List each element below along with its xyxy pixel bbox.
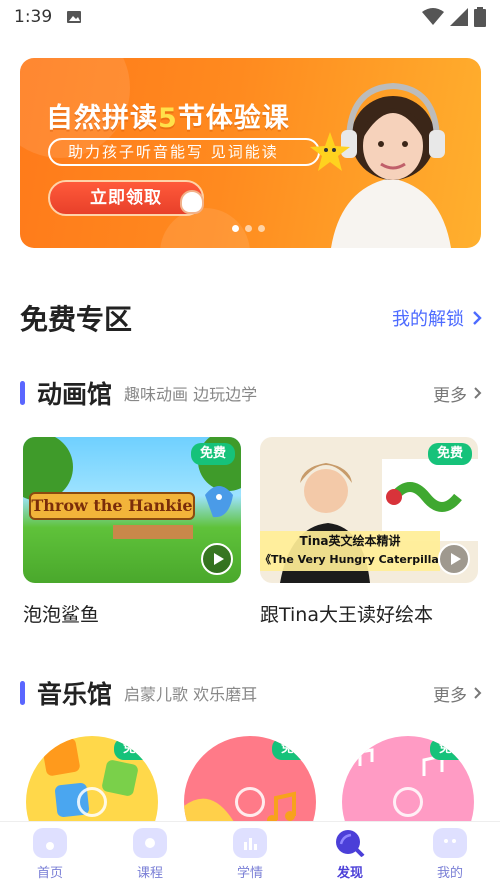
pagination-dot: [232, 225, 239, 232]
animation-section-header: 动画馆 趣味动画 边玩边学 更多: [20, 376, 482, 410]
banner-pagination: [232, 225, 265, 232]
tab-stats[interactable]: 学情: [200, 822, 300, 889]
bottom-tab-bar: 首页 课程 学情 发现 我的: [0, 821, 500, 889]
image-notification-icon: [67, 11, 82, 23]
tab-label: 首页: [36, 866, 63, 881]
star-mascot-icon: [310, 132, 350, 171]
home-icon: [33, 828, 67, 858]
course-icon: [133, 828, 167, 858]
status-bar: 1:39: [0, 0, 500, 34]
pointing-hand-icon: [180, 190, 204, 214]
tab-label: 学情: [236, 866, 263, 881]
music-section-header: 音乐馆 启蒙儿歌 欢乐磨耳 更多: [20, 676, 482, 710]
more-label: 更多: [433, 685, 467, 706]
tab-label: 发现: [336, 866, 363, 881]
tab-course[interactable]: 课程: [100, 822, 200, 889]
animation-more-link[interactable]: 更多: [433, 381, 482, 406]
free-badge: 免费: [429, 738, 474, 760]
tab-profile[interactable]: 我的: [400, 822, 500, 889]
discover-icon: [336, 830, 366, 858]
card-title: 跟Tina大王读好绘本: [260, 604, 433, 626]
tab-home[interactable]: 首页: [0, 822, 100, 889]
chevron-right-icon: [473, 311, 482, 325]
wifi-icon: [422, 8, 444, 25]
video-card-shark[interactable]: Throw the Hankie 免费: [23, 437, 241, 583]
animation-section-subtitle: 趣味动画 边玩边学: [124, 385, 258, 404]
video-card-tina[interactable]: Tina英文绘本精讲 《The Very Hungry Caterpillar …: [260, 437, 478, 583]
tab-label: 课程: [136, 866, 163, 881]
play-icon[interactable]: [438, 543, 470, 575]
caption-line-2: 《The Very Hungry Caterpillar: [260, 553, 440, 566]
my-unlocks-link[interactable]: 我的解锁: [392, 305, 482, 331]
pagination-dot: [245, 225, 252, 232]
card-title: 泡泡鲨鱼: [23, 604, 100, 626]
thumbnail-caption: Tina英文绘本精讲 《The Very Hungry Caterpillar: [260, 531, 440, 571]
play-icon[interactable]: [77, 787, 107, 817]
my-unlocks-label: 我的解锁: [392, 309, 464, 330]
chevron-right-icon: [474, 387, 482, 399]
status-time: 1:39: [14, 7, 53, 27]
music-more-link[interactable]: 更多: [433, 681, 482, 706]
animation-section-title: 动画馆: [37, 380, 113, 409]
free-badge: 免费: [113, 738, 158, 760]
section-marker: [20, 681, 25, 705]
promo-banner[interactable]: 自然拼读5节体验课 助力孩子听音能写 见词能读 立即领取: [20, 58, 481, 248]
free-badge: 免费: [271, 738, 316, 760]
battery-icon: [474, 7, 486, 27]
play-icon[interactable]: [201, 543, 233, 575]
stats-icon: [233, 828, 267, 858]
play-icon[interactable]: [235, 787, 265, 817]
music-section-title: 音乐馆: [37, 680, 113, 709]
tab-discover[interactable]: 发现: [300, 822, 400, 889]
banner-subtitle: 助力孩子听音能写 见词能读: [48, 138, 320, 166]
pagination-dot: [258, 225, 265, 232]
music-section-subtitle: 启蒙儿歌 欢乐磨耳: [124, 685, 258, 704]
free-zone-title: 免费专区: [20, 303, 133, 336]
tab-label: 我的: [436, 866, 463, 881]
banner-title: 自然拼读5节体验课: [46, 103, 290, 134]
chevron-right-icon: [474, 687, 482, 699]
more-label: 更多: [433, 385, 467, 406]
profile-icon: [433, 828, 467, 858]
play-icon[interactable]: [393, 787, 423, 817]
signal-icon: [450, 8, 468, 26]
caption-line-1: Tina英文绘本精讲: [299, 534, 401, 548]
free-badge: 免费: [427, 443, 472, 465]
section-marker: [20, 381, 25, 405]
free-badge: 免费: [190, 443, 235, 465]
thumbnail-title: Throw the Hankie: [29, 492, 195, 520]
